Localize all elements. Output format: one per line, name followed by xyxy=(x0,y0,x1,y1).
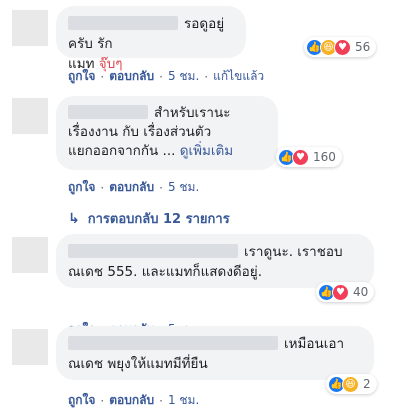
reaction-summary[interactable]: 👍 ♥ 160 xyxy=(276,147,342,167)
reply-arrow-icon: ↳ xyxy=(68,210,80,227)
comment-text-line: เหมือนเอา xyxy=(284,336,345,352)
reaction-summary[interactable]: 👍 😆 2 xyxy=(326,374,377,394)
see-more-link[interactable]: ดูเพิ่มเติม xyxy=(180,143,233,159)
view-replies-link[interactable]: ↳ การตอบกลับ 12 รายการ xyxy=(68,208,230,229)
timestamp[interactable]: 1 ชม. xyxy=(168,391,199,410)
comment-bubble: เราดูนะ. เราชอบ ณเดช 555. และแมทก็แสดงดี… xyxy=(56,234,374,288)
separator: · xyxy=(204,69,209,84)
reaction-summary[interactable]: 👍 😆 ♥ 56 xyxy=(304,37,377,57)
reply-button[interactable]: ตอบกลับ xyxy=(109,391,154,410)
timestamp[interactable]: 5 ชม. xyxy=(168,178,199,197)
comment-text-line: ณเดช พยุงให้แมทมีที่ยืน xyxy=(68,356,208,372)
like-button[interactable]: ถูกใจ xyxy=(68,391,95,410)
separator: · xyxy=(159,393,163,408)
reply-button[interactable]: ตอบกลับ xyxy=(109,67,154,86)
timestamp[interactable]: 5 ชม. xyxy=(168,67,199,86)
avatar[interactable] xyxy=(12,10,48,46)
reaction-summary[interactable]: 👍 ♥ 40 xyxy=(316,282,375,302)
comment-text-line: ณเดช 555. และแมทก็แสดงดีอยู่. xyxy=(68,264,262,280)
comment-text-line: เราดูนะ. เราชอบ xyxy=(244,244,343,260)
commenter-name[interactable] xyxy=(68,244,238,258)
separator: · xyxy=(100,180,105,195)
edited-label[interactable]: แก้ไขแล้ว xyxy=(213,67,264,86)
separator: · xyxy=(100,393,105,408)
avatar[interactable] xyxy=(12,98,48,134)
comment-bubble: เหมือนเอา ณเดช พยุงให้แมทมีที่ยืน xyxy=(56,326,374,380)
comment-actions: ถูกใจ · ตอบกลับ · 1 ชม. xyxy=(68,391,199,410)
separator: · xyxy=(100,69,105,84)
comment-text-line: สำหรับเรานะ xyxy=(154,105,231,121)
like-button[interactable]: ถูกใจ xyxy=(68,178,95,197)
commenter-name[interactable] xyxy=(68,105,148,119)
commenter-name[interactable] xyxy=(68,16,178,30)
comment-text-line: แยกออกจากกัน ... xyxy=(68,143,176,159)
love-icon: ♥ xyxy=(292,148,309,166)
love-icon: ♥ xyxy=(332,283,349,301)
haha-icon: 😆 xyxy=(342,375,359,393)
comment-actions: ถูกใจ · ตอบกลับ · 5 ชม. · แก้ไขแล้ว xyxy=(68,67,264,86)
comment-bubble: รอดูอยู่ครับ รัก แมท จุ๊บๆ xyxy=(56,6,246,72)
love-icon: ♥ xyxy=(334,38,351,56)
reaction-count: 2 xyxy=(363,377,371,391)
comment-text-line: เรื่องงาน กับ เรื่องส่วนตัว xyxy=(68,124,212,140)
like-button[interactable]: ถูกใจ xyxy=(68,67,95,86)
separator: · xyxy=(159,180,163,195)
avatar[interactable] xyxy=(12,329,48,365)
commenter-name[interactable] xyxy=(68,336,278,350)
reaction-count: 40 xyxy=(353,285,369,299)
comment-actions: ถูกใจ · ตอบกลับ · 5 ชม. xyxy=(68,178,199,197)
comment-bubble: สำหรับเรานะ เรื่องงาน กับ เรื่องส่วนตัว … xyxy=(56,96,278,170)
reaction-count: 56 xyxy=(355,40,371,54)
reaction-count: 160 xyxy=(313,150,336,164)
separator: · xyxy=(159,69,163,84)
view-replies-label: การตอบกลับ 12 รายการ xyxy=(87,212,230,227)
avatar[interactable] xyxy=(12,237,48,273)
reply-button[interactable]: ตอบกลับ xyxy=(109,178,154,197)
